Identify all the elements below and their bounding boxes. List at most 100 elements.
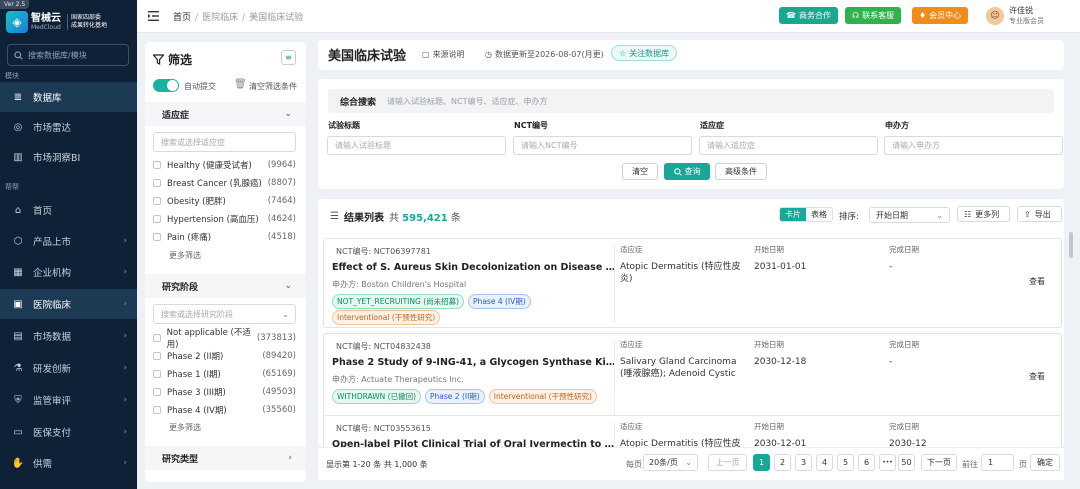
checkbox[interactable] <box>153 161 161 169</box>
filter-option[interactable]: Healthy (健康受试者) (9964) <box>153 157 296 173</box>
search-icon <box>673 167 682 176</box>
sidebar-module-database[interactable]: ≣ 数据库 <box>0 82 137 112</box>
checkbox[interactable] <box>153 215 161 223</box>
results-scrollbar[interactable] <box>1069 232 1073 258</box>
checkbox[interactable] <box>153 352 161 360</box>
col-indication-label: 适应症 <box>620 245 643 254</box>
next-page-button[interactable]: 下一页 <box>921 454 957 471</box>
option-count: (89420) <box>262 351 296 361</box>
filter-menu-icon[interactable]: ≡ <box>281 50 296 65</box>
sidebar-item-products[interactable]: ⬡ 产品上市 › <box>0 226 137 256</box>
filter-option[interactable]: Phase 2 (II期) (89420) <box>153 348 296 364</box>
result-card[interactable]: NCT编号: NCT03553615 Open-label Pilot Clin… <box>323 415 1062 447</box>
sponsor-input[interactable]: 请输入申办方 <box>884 136 1063 155</box>
breadcrumb-section[interactable]: 医院临床 <box>202 13 238 23</box>
nct-input[interactable]: 请输入NCT编号 <box>513 136 692 155</box>
follow-database-button[interactable]: ☆ 关注数据库 <box>611 45 678 61</box>
result-title[interactable]: Open-label Pilot Clinical Trial of Oral … <box>332 439 617 447</box>
export-icon: ⇪ <box>1024 209 1031 219</box>
cube-icon: ⬡ <box>13 235 23 247</box>
trash-icon[interactable]: 🗑 <box>234 79 247 90</box>
keyword-search-label: 综合搜索 <box>340 97 377 108</box>
sidebar-item-label: 市场数据 <box>33 332 72 343</box>
app-logo[interactable]: ◈ 智械云 MedCloud 国家四部委 成果转化基地 <box>6 11 107 33</box>
advanced-button[interactable]: 高级条件 <box>715 163 767 180</box>
chevron-right-icon: › <box>123 267 127 277</box>
chevron-down-icon: ⌄ <box>685 458 692 467</box>
prev-page-button[interactable]: 上一页 <box>708 454 747 471</box>
chevron-down-icon: ⌄ <box>282 309 289 319</box>
result-title[interactable]: Phase 2 Study of 9-ING-41, a Glycogen Sy… <box>332 357 617 368</box>
clear-button[interactable]: 清空 <box>622 163 658 180</box>
filter-option[interactable]: Breast Cancer (乳腺癌) (8807) <box>153 175 296 191</box>
page-ellipsis-button[interactable]: ••• <box>879 454 896 471</box>
export-button[interactable]: ⇪ 导出 <box>1017 206 1062 222</box>
filter-option[interactable]: Phase 4 (IV期) (35560) <box>153 402 296 418</box>
page-button-5[interactable]: 5 <box>837 454 854 471</box>
checkbox[interactable] <box>153 197 161 205</box>
filter-option[interactable]: Hypertension (高血压) (4624) <box>153 211 296 227</box>
col-start-label: 开始日期 <box>754 340 784 349</box>
sidebar-item-market-data[interactable]: ▤ 市场数据 › <box>0 321 137 351</box>
indication-search-input[interactable]: 搜索或选择适应症 <box>153 132 296 152</box>
checkbox[interactable] <box>153 370 161 378</box>
page-button-50[interactable]: 50 <box>898 454 915 471</box>
checkbox[interactable] <box>153 388 161 396</box>
sidebar-module-radar[interactable]: ◎ 市场雷达 <box>0 112 137 142</box>
view-table-button[interactable]: 表格 <box>806 208 832 221</box>
source-link[interactable]: ▢ 来源说明 <box>422 49 465 60</box>
result-title[interactable]: Effect of S. Aureus Skin Decolonization … <box>332 262 617 273</box>
filter-group-phase[interactable]: 研究阶段 ⌄ <box>145 274 306 298</box>
view-card-button[interactable]: 卡片 <box>780 208 806 221</box>
per-page-select[interactable]: 20条/页 ⌄ <box>643 454 698 471</box>
confirm-button[interactable]: 确定 <box>1030 454 1060 471</box>
page-button-1[interactable]: 1 <box>753 454 770 471</box>
page-button-3[interactable]: 3 <box>795 454 812 471</box>
more-filters-link[interactable]: 更多筛选 <box>169 422 201 433</box>
filter-option[interactable]: Phase 3 (III期) (49503) <box>153 384 296 400</box>
menu-fold-icon[interactable] <box>148 11 159 21</box>
sidebar-item-insurance[interactable]: ▭ 医保支付 › <box>0 417 137 447</box>
view-detail-link[interactable]: 查看 <box>1029 371 1045 382</box>
breadcrumb-home[interactable]: 首页 <box>173 13 191 23</box>
checkbox[interactable] <box>153 406 161 414</box>
result-card[interactable]: NCT编号: NCT06397781 Effect of S. Aureus S… <box>323 238 1062 328</box>
keyword-search-input[interactable]: 综合搜索 请输入试验标题、NCT编号、适应症、申办方 <box>328 89 1054 113</box>
filter-option[interactable]: Phase 1 (I期) (65169) <box>153 366 296 382</box>
sidebar-module-bi[interactable]: ▥ 市场洞察BI <box>0 142 137 172</box>
sidebar-search-input[interactable]: 搜索数据库/模块 <box>7 44 129 66</box>
view-detail-link[interactable]: 查看 <box>1029 276 1045 287</box>
phase-search-input[interactable]: 搜索或选择研究阶段 ⌄ <box>153 304 296 324</box>
more-columns-button[interactable]: ☷ 更多列 <box>957 206 1010 222</box>
sidebar-item-home[interactable]: ⌂ 首页 <box>0 195 137 225</box>
page-button-2[interactable]: 2 <box>774 454 791 471</box>
sidebar-item-regulatory[interactable]: ⛨ 监管审评 › <box>0 385 137 415</box>
support-button[interactable]: ☊ 联系客服 <box>845 7 902 24</box>
page-button-4[interactable]: 4 <box>816 454 833 471</box>
query-button[interactable]: 查询 <box>664 163 710 180</box>
auto-submit-toggle[interactable] <box>153 79 179 92</box>
business-button[interactable]: ☎ 商务合作 <box>779 7 838 24</box>
goto-page-input[interactable]: 1 <box>981 454 1014 471</box>
user-menu[interactable]: ☺ 许佳锐 专业版会员 <box>986 6 1044 26</box>
filter-group-indication[interactable]: 适应症 ⌄ <box>145 102 306 126</box>
result-card[interactable]: NCT编号: NCT04832438 Phase 2 Study of 9-IN… <box>323 333 1062 423</box>
checkbox[interactable] <box>153 334 161 342</box>
sort-select[interactable]: 开始日期 ⌄ <box>869 207 950 223</box>
sidebar-item-companies[interactable]: ▦ 企业机构 › <box>0 257 137 287</box>
filter-option[interactable]: Not applicable (不适用) (373813) <box>153 328 296 350</box>
member-center-button[interactable]: ♦ 会员中心 <box>912 7 969 24</box>
filter-option[interactable]: Obesity (肥胖) (7464) <box>153 193 296 209</box>
checkbox[interactable] <box>153 233 161 241</box>
indication-input[interactable]: 请输入适应症 <box>699 136 878 155</box>
checkbox[interactable] <box>153 179 161 187</box>
sidebar-item-supply-demand[interactable]: ✋ 供需 › <box>0 448 137 478</box>
sidebar-item-rnd[interactable]: ⚗ 研发创新 › <box>0 353 137 383</box>
page-button-6[interactable]: 6 <box>858 454 875 471</box>
filter-option[interactable]: Pain (疼痛) (4518) <box>153 229 296 245</box>
title-input[interactable]: 请输入试验标题 <box>327 136 506 155</box>
filter-group-study-type[interactable]: 研究类型 › <box>145 446 306 470</box>
more-filters-link[interactable]: 更多筛选 <box>169 250 201 261</box>
sidebar-item-hospital-clinical[interactable]: ▣ 医院临床 › <box>0 289 137 319</box>
clear-filters-link[interactable]: 清空筛选条件 <box>249 81 297 92</box>
